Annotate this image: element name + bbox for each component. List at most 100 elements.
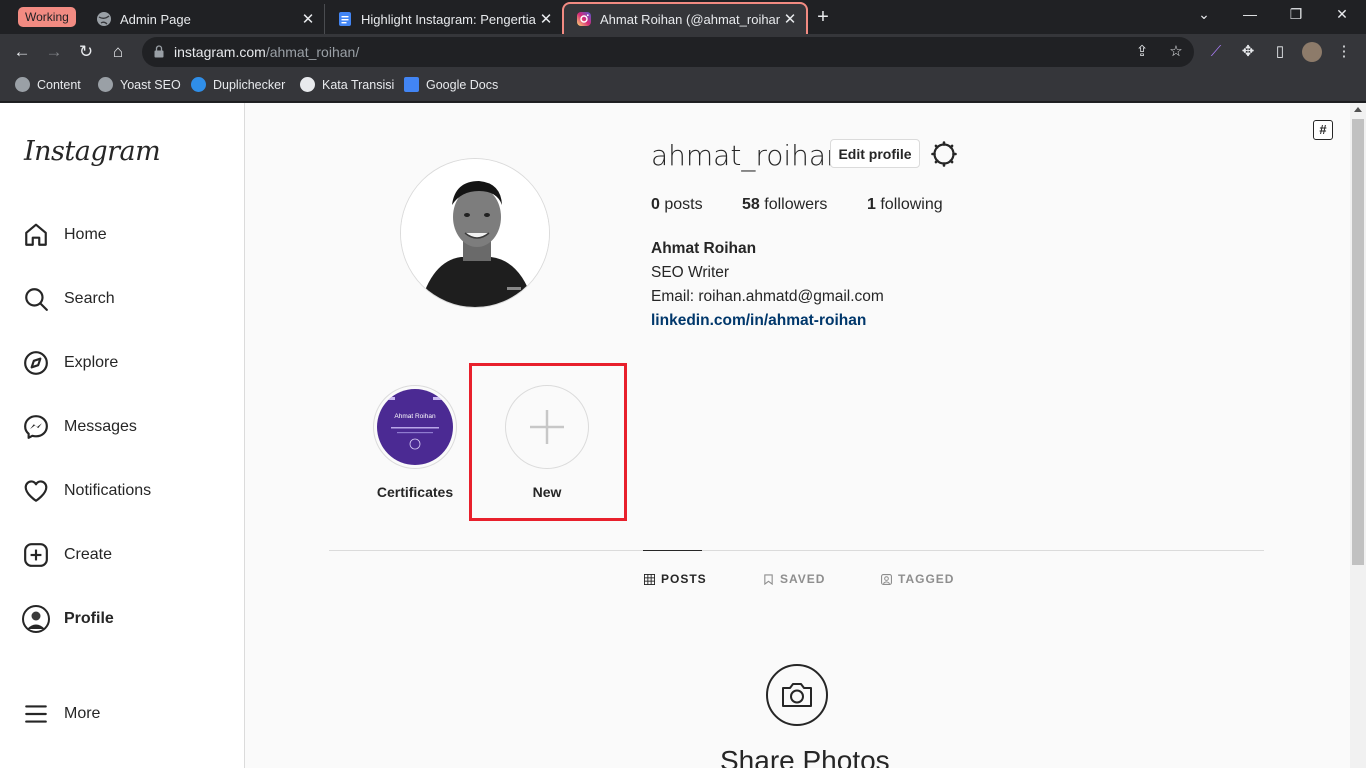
bookmark-label: Google Docs <box>426 77 499 92</box>
github-icon <box>300 77 315 92</box>
sidebar-item-home[interactable]: Home <box>22 220 107 250</box>
profile-avatar[interactable] <box>400 158 550 308</box>
close-icon[interactable]: ✕ <box>298 10 318 28</box>
docs-icon <box>339 12 351 26</box>
feather-extension-icon[interactable]: ⟋ <box>1206 42 1226 62</box>
globe-icon <box>97 12 111 26</box>
duplichecker-icon <box>191 77 206 92</box>
following-count[interactable]: 1 following <box>867 196 943 214</box>
annotation-highlight-box <box>469 363 627 521</box>
posts-label: posts <box>664 196 703 213</box>
close-icon[interactable]: ✕ <box>536 10 556 28</box>
messenger-icon <box>22 413 50 441</box>
camera-icon <box>782 683 812 707</box>
side-panel-icon[interactable]: ▯ <box>1270 42 1290 62</box>
profile-bio-email: Email: roihan.ahmatd@gmail.com <box>651 288 884 305</box>
tab-group-chip[interactable]: Working <box>18 7 76 27</box>
gear-icon[interactable] <box>931 141 957 167</box>
page-scrollbar[interactable] <box>1350 103 1366 768</box>
followers-number: 58 <box>742 196 760 213</box>
profile-website-link[interactable]: linkedin.com/in/ahmat-roihan <box>651 312 866 330</box>
bookmark-content[interactable]: Content <box>15 77 81 92</box>
browser-tab-highlight[interactable]: Highlight Instagram: Pengertian, ✕ <box>324 4 562 34</box>
sidebar: Instagram Home Search Explore Messages N… <box>0 103 245 768</box>
scroll-up-arrow[interactable] <box>1354 107 1362 112</box>
hamburger-icon <box>22 700 50 728</box>
browser-profile-avatar[interactable] <box>1302 42 1322 62</box>
camera-circle[interactable] <box>766 664 828 726</box>
share-icon[interactable]: ⇪ <box>1132 42 1152 62</box>
sidebar-item-label: Explore <box>64 354 119 371</box>
highlight-certificates[interactable]: Ahmat Roihan Certificates <box>373 385 457 500</box>
window-close-icon[interactable]: ✕ <box>1332 6 1352 23</box>
followers-count[interactable]: 58 followers <box>742 196 827 214</box>
url-path: /ahmat_roihan/ <box>265 44 360 60</box>
tab-label: TAGGED <box>898 572 955 586</box>
sidebar-item-label: Search <box>64 290 115 307</box>
profile-tabs-divider <box>329 550 1264 551</box>
tab-title: Admin Page <box>120 11 191 27</box>
instagram-icon <box>577 12 591 26</box>
browser-tab-admin[interactable]: Admin Page ✕ <box>84 4 324 34</box>
tab-label: POSTS <box>661 572 707 586</box>
following-label: following <box>880 196 943 213</box>
restore-icon[interactable]: ❐ <box>1286 6 1306 23</box>
search-icon <box>22 285 50 313</box>
star-icon[interactable]: ☆ <box>1166 42 1186 62</box>
bookmark-duplichecker[interactable]: Duplichecker <box>191 77 285 92</box>
tab-tagged[interactable]: TAGGED <box>881 572 954 586</box>
sidebar-item-explore[interactable]: Explore <box>22 348 118 378</box>
close-icon[interactable]: ✕ <box>780 10 800 28</box>
edit-profile-button[interactable]: Edit profile <box>830 139 920 168</box>
home-browser-icon[interactable]: ⌂ <box>107 41 129 63</box>
bookmark-label: Content <box>37 77 81 92</box>
url-text: instagram.com/ahmat_roihan/ <box>174 44 359 60</box>
hashtag-extension-icon[interactable]: # <box>1313 120 1333 140</box>
sidebar-item-search[interactable]: Search <box>22 284 115 314</box>
scrollbar-thumb[interactable] <box>1352 119 1364 565</box>
bookmark-google-docs[interactable]: Google Docs <box>404 77 498 92</box>
empty-state-title: Share Photos <box>720 745 890 768</box>
address-bar[interactable]: instagram.com/ahmat_roihan/ ⇪ ☆ <box>142 37 1194 67</box>
sidebar-item-label: Home <box>64 226 107 243</box>
posts-number: 0 <box>651 196 660 213</box>
sidebar-item-messages[interactable]: Messages <box>22 412 137 442</box>
instagram-logo[interactable]: Instagram <box>24 136 161 167</box>
sidebar-item-label: Create <box>64 546 113 563</box>
posts-count: 0 posts <box>651 196 703 214</box>
bookmark-label: Yoast SEO <box>120 77 181 92</box>
puzzle-extensions-icon[interactable]: ✥ <box>1238 42 1258 62</box>
instagram-page: Instagram Home Search Explore Messages N… <box>0 103 1366 768</box>
bookmarks-bar: Content Yoast SEO Duplichecker Kata Tran… <box>0 70 1366 102</box>
profile-full-name: Ahmat Roihan <box>651 240 757 257</box>
back-icon[interactable]: ← <box>11 41 33 63</box>
avatar-icon <box>22 605 50 633</box>
tab-title: Ahmat Roihan (@ahmat_roihan) • <box>600 11 780 27</box>
sidebar-item-label: More <box>64 705 101 722</box>
following-number: 1 <box>867 196 876 213</box>
sidebar-item-profile[interactable]: Profile <box>22 604 114 634</box>
profile-bio-line: SEO Writer <box>651 264 730 281</box>
plus-square-icon <box>22 541 50 569</box>
browser-tab-instagram[interactable]: Ahmat Roihan (@ahmat_roihan) • ✕ <box>562 2 808 34</box>
tab-posts[interactable]: POSTS <box>644 572 707 586</box>
sidebar-item-create[interactable]: Create <box>22 540 112 570</box>
bookmark-yoast[interactable]: Yoast SEO <box>98 77 181 92</box>
sidebar-item-notifications[interactable]: Notifications <box>22 476 151 506</box>
forward-icon[interactable]: → <box>43 41 65 63</box>
bookmark-kata-transisi[interactable]: Kata Transisi <box>300 77 394 92</box>
kebab-menu-icon[interactable]: ⋮ <box>1334 42 1354 62</box>
reload-icon[interactable]: ↻ <box>75 41 97 63</box>
globe-icon <box>98 77 113 92</box>
sidebar-item-more[interactable]: More <box>22 699 100 729</box>
tab-saved[interactable]: SAVED <box>763 572 825 586</box>
minimize-icon[interactable]: — <box>1240 6 1260 22</box>
new-tab-button[interactable]: + <box>812 6 834 29</box>
url-host: instagram.com <box>174 44 266 60</box>
tab-search-icon[interactable]: ⌄ <box>1194 6 1214 23</box>
globe-icon <box>15 77 30 92</box>
bookmark-label: Kata Transisi <box>322 77 395 92</box>
compass-icon <box>22 349 50 377</box>
profile-username: ahmat_roihan <box>651 139 844 172</box>
bookmark-label: Duplichecker <box>213 77 286 92</box>
